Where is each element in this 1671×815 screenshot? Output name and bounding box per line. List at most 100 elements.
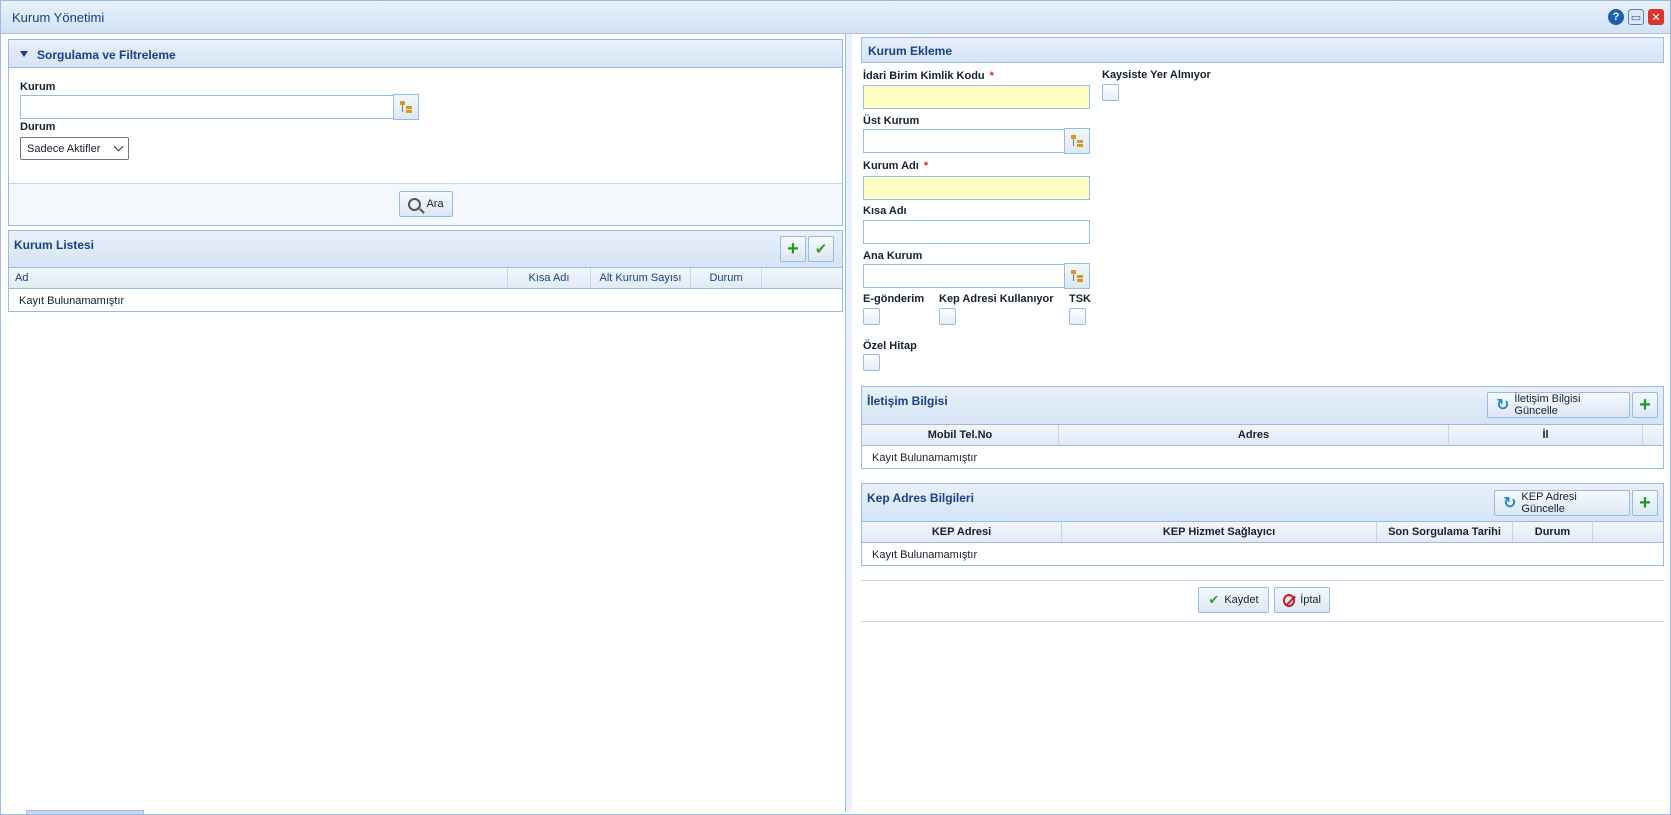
check-icon: ✔ (814, 241, 828, 258)
tsk-label: TSK (1069, 293, 1091, 305)
kep-kullaniyor-checkbox[interactable] (939, 308, 956, 325)
search-button-label: Ara (426, 198, 444, 210)
close-icon[interactable]: ✕ (1648, 9, 1664, 25)
search-icon (408, 197, 422, 211)
actions-bottom-divider (861, 621, 1664, 622)
iletisim-panel: İletişim Bilgisi ↻ İletişim Bilgisi Günc… (861, 386, 1664, 469)
kep-empty: Kayıt Bulunamamıştır (872, 549, 978, 561)
col-kep-hizmet[interactable]: KEP Hizmet Sağlayıcı (1062, 522, 1377, 542)
idari-birim-input[interactable] (863, 85, 1090, 109)
col-filler (1643, 425, 1663, 445)
required-marker: * (989, 70, 994, 82)
filter-panel-header[interactable]: Sorgulama ve Filtreleme (9, 40, 842, 68)
kep-guncelle-label: KEP Adresi Güncelle (1521, 491, 1577, 515)
kurum-list-title: Kurum Listesi (14, 238, 95, 252)
window-titlebar: Kurum Yönetimi ? ▭ ✕ (1, 1, 1670, 34)
ana-kurum-input[interactable] (863, 264, 1065, 288)
help-icon[interactable]: ? (1608, 9, 1624, 25)
egonderim-label: E-gönderim (863, 293, 925, 305)
iletisim-guncelle-button[interactable]: ↻ İletişim Bilgisi Güncelle (1487, 392, 1630, 418)
kaysis-checkbox[interactable] (1102, 84, 1119, 101)
save-button-label: Kaydet (1224, 594, 1259, 606)
iletisim-empty: Kayıt Bulunamamıştır (872, 452, 978, 464)
tree-icon (1070, 134, 1084, 148)
plus-icon: + (1639, 394, 1651, 416)
add-kurum-button[interactable]: + (780, 236, 806, 262)
kep-guncelle-button[interactable]: ↻ KEP Adresi Güncelle (1494, 490, 1630, 516)
panel-splitter[interactable] (845, 34, 852, 812)
kurum-tree-picker-button[interactable] (393, 94, 419, 120)
ozel-hitap-checkbox[interactable] (863, 354, 880, 371)
chevron-down-icon (113, 141, 124, 152)
idari-birim-label-text: İdari Birim Kimlik Kodu (863, 70, 985, 82)
kurum-list-header-row: Ad Kısa Adı Alt Kurum Sayısı Durum (9, 267, 842, 289)
maximize-icon[interactable]: ▭ (1628, 9, 1644, 25)
filter-panel: Sorgulama ve Filtreleme Kurum Durum Sade… (8, 39, 843, 226)
kisa-adi-input[interactable] (863, 220, 1090, 244)
refresh-icon: ↻ (1496, 397, 1510, 414)
iletisim-header-row: Mobil Tel.No Adres İl (862, 424, 1663, 446)
durum-label: Durum (20, 121, 56, 133)
ust-kurum-label: Üst Kurum (863, 115, 920, 127)
col-kisa-adi[interactable]: Kısa Adı (508, 268, 591, 288)
col-filler (762, 268, 842, 288)
kurum-list-panel: Kurum Listesi + ✔ Ad Kısa Adı Alt Kurum … (8, 230, 843, 312)
kurum-adi-label-text: Kurum Adı (863, 160, 919, 172)
ana-kurum-tree-picker-button[interactable] (1064, 263, 1090, 289)
tree-icon (1070, 269, 1084, 283)
col-mobil-tel[interactable]: Mobil Tel.No (862, 425, 1059, 445)
col-kep-durum[interactable]: Durum (1513, 522, 1593, 542)
iletisim-guncelle-label: İletişim Bilgisi Güncelle (1514, 393, 1581, 417)
kep-panel: Kep Adres Bilgileri ↻ KEP Adresi Güncell… (861, 483, 1664, 566)
titlebar-tools: ? ▭ ✕ (1608, 9, 1664, 25)
ust-kurum-input[interactable] (863, 129, 1065, 153)
col-alt-kurum-sayisi[interactable]: Alt Kurum Sayısı (591, 268, 691, 288)
durum-select[interactable]: Sadece Aktifler (20, 137, 129, 160)
collapse-arrow-icon[interactable] (20, 51, 28, 57)
col-son-sorgulama[interactable]: Son Sorgulama Tarihi (1377, 522, 1513, 542)
tree-icon (399, 100, 413, 114)
approve-kurum-button[interactable]: ✔ (808, 236, 834, 262)
check-icon: ✔ (1208, 592, 1220, 607)
ust-kurum-tree-picker-button[interactable] (1064, 128, 1090, 154)
kaysis-label: Kaysiste Yer Almıyor (1102, 69, 1211, 81)
kurum-ekleme-title: Kurum Ekleme (868, 44, 953, 58)
col-filler (1593, 522, 1663, 542)
ana-kurum-label: Ana Kurum (863, 250, 923, 262)
kep-kullaniyor-label: Kep Adresi Kullanıyor (939, 293, 1054, 305)
plus-icon: + (1639, 492, 1651, 514)
idari-birim-label: İdari Birim Kimlik Kodu * (863, 70, 994, 82)
col-ad[interactable]: Ad (9, 268, 508, 288)
kurum-adi-label: Kurum Adı * (863, 160, 928, 172)
kurum-adi-input[interactable] (863, 176, 1090, 200)
col-durum[interactable]: Durum (691, 268, 762, 288)
kurum-input[interactable] (20, 95, 394, 119)
durum-selected-value: Sadece Aktifler (27, 142, 101, 155)
cancel-button[interactable]: İptal (1274, 587, 1330, 613)
kep-title: Kep Adres Bilgileri (867, 491, 974, 505)
col-il[interactable]: İl (1449, 425, 1643, 445)
kurum-label: Kurum (20, 81, 56, 93)
save-button[interactable]: ✔ Kaydet (1198, 587, 1269, 613)
cancel-button-label: İptal (1300, 594, 1321, 606)
plus-icon: + (787, 238, 799, 260)
kep-header-row: KEP Adresi KEP Hizmet Sağlayıcı Son Sorg… (862, 521, 1663, 543)
taskbar-tab[interactable] (26, 810, 144, 815)
add-kep-button[interactable]: + (1632, 490, 1658, 516)
tsk-checkbox[interactable] (1069, 308, 1086, 325)
kurum-ekleme-header: Kurum Ekleme (861, 37, 1664, 63)
egonderim-checkbox[interactable] (863, 308, 880, 325)
col-kep-adresi[interactable]: KEP Adresi (862, 522, 1062, 542)
add-iletisim-button[interactable]: + (1632, 392, 1658, 418)
kisa-adi-label: Kısa Adı (863, 205, 907, 217)
kurum-ekleme-header-bar: Kurum Ekleme (862, 38, 1663, 62)
refresh-icon: ↻ (1503, 495, 1517, 512)
iletisim-title: İletişim Bilgisi (867, 394, 948, 408)
ozel-hitap-label: Özel Hitap (863, 340, 917, 352)
col-adres[interactable]: Adres (1059, 425, 1449, 445)
filter-panel-title: Sorgulama ve Filtreleme (37, 48, 176, 62)
search-button[interactable]: Ara (399, 191, 453, 217)
window-title: Kurum Yönetimi (12, 10, 105, 25)
required-marker: * (923, 160, 929, 172)
cancel-icon (1283, 593, 1296, 607)
